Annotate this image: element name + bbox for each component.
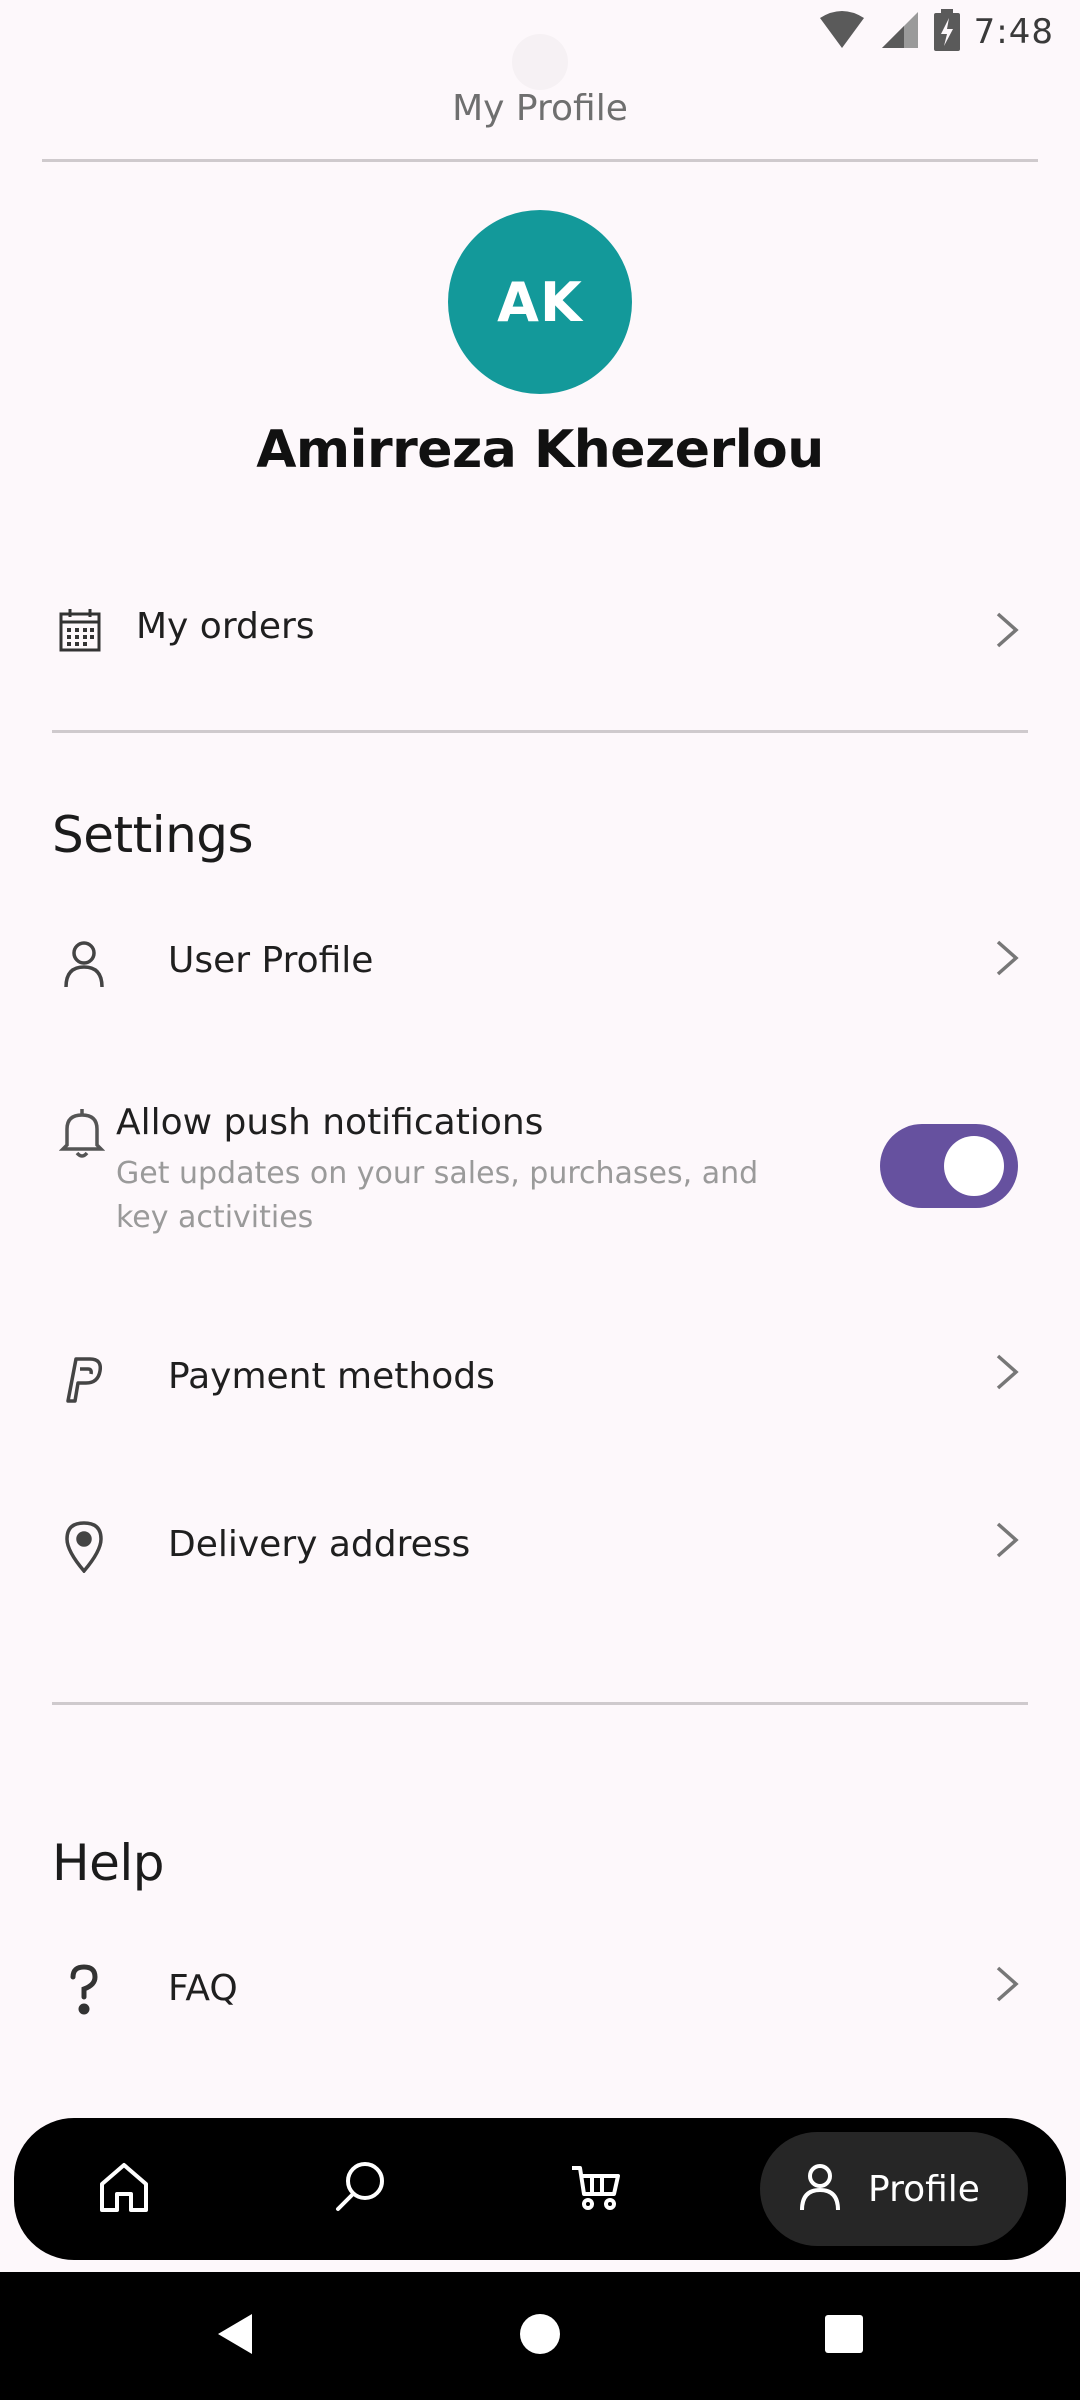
recents-square-icon [824,2314,864,2358]
camera-cutout [512,34,568,90]
home-icon [97,2160,151,2218]
chevron-right-icon [990,1962,1024,2006]
nav-cart[interactable] [532,2118,660,2260]
avatar-initials: AK [497,270,583,334]
signal-icon [880,10,920,54]
battery-icon [933,9,960,55]
nav-profile[interactable]: Profile [760,2132,1028,2246]
nav-search[interactable] [296,2118,424,2260]
toggle-knob [944,1136,1004,1196]
status-time: 7:48 [973,12,1054,52]
avatar: AK [448,210,632,394]
system-navigation-bar [0,2272,1080,2400]
push-notifications-subtitle: Get updates on your sales, purchases, an… [116,1156,759,1235]
profile-screen: 7:48 My Profile AK Amirreza Khezerlou My… [0,0,1080,2400]
chevron-right-icon [990,1350,1024,1394]
nav-profile-label: Profile [868,2168,980,2210]
help-heading: Help [52,1834,165,1892]
nav-home[interactable] [60,2118,188,2260]
paypal-icon [56,1352,112,1408]
user-icon [56,936,112,992]
section-divider [52,730,1028,733]
settings-heading: Settings [52,806,254,864]
bell-icon [54,1104,110,1160]
chevron-right-icon [990,608,1024,652]
home-circle-icon [518,2312,562,2360]
my-orders-row[interactable]: My orders [0,592,1080,668]
question-mark-icon [56,1962,112,2018]
chevron-right-icon [990,1518,1024,1562]
system-home-button[interactable] [500,2272,580,2400]
search-icon [332,2159,388,2219]
profile-icon [798,2162,842,2216]
faq-label: FAQ [168,1968,238,2009]
chevron-right-icon [990,936,1024,980]
system-recents-button[interactable] [804,2272,884,2400]
status-bar: 7:48 [0,0,1080,90]
page-title: My Profile [452,88,628,129]
my-orders-label: My orders [136,606,315,647]
push-notifications-title: Allow push notifications [116,1102,544,1143]
location-pin-icon [56,1518,112,1574]
calendar-icon [52,602,108,658]
status-icons: 7:48 [818,9,1054,55]
faq-row[interactable]: FAQ [0,1950,1080,2030]
section-divider [52,1702,1028,1705]
delivery-address-row[interactable]: Delivery address [0,1506,1080,1586]
payment-methods-row[interactable]: Payment methods [0,1338,1080,1418]
delivery-address-label: Delivery address [168,1524,471,1565]
user-name: Amirreza Khezerlou [256,420,824,480]
system-back-button[interactable] [196,2272,276,2400]
header-divider [42,159,1038,162]
cart-icon [570,2162,622,2216]
back-triangle-icon [216,2312,256,2360]
payment-methods-label: Payment methods [168,1356,495,1397]
push-notifications-toggle[interactable] [880,1124,1018,1208]
bottom-navigation: Profile [14,2118,1066,2260]
user-profile-row[interactable]: User Profile [0,924,1080,1004]
user-profile-label: User Profile [168,940,374,981]
wifi-icon [818,10,866,54]
